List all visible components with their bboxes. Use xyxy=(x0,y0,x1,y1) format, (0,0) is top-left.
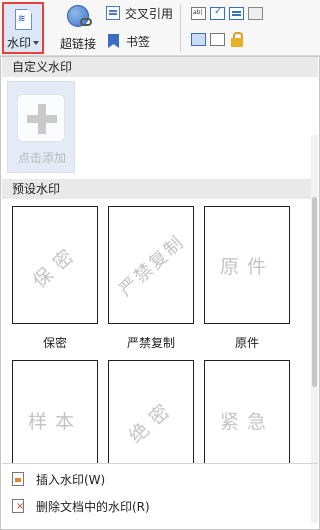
watermark-preview-text: 紧急 xyxy=(219,410,274,433)
watermark-preview-text: 样本 xyxy=(27,410,82,433)
bookmark-label: 书签 xyxy=(126,34,151,49)
watermark-doc-icon: ≋ xyxy=(15,9,32,30)
cross-reference-label: 交叉引用 xyxy=(125,6,174,21)
chevron-down-icon xyxy=(33,41,39,45)
watermark-button[interactable]: ≋ 水印 xyxy=(2,2,44,54)
watermark-button-label: 水印 xyxy=(7,36,32,50)
plus-icon xyxy=(17,94,65,142)
form-properties-icon[interactable] xyxy=(210,33,225,46)
preset-watermark-label: 原件 xyxy=(234,336,259,350)
panel-scrollbar[interactable] xyxy=(311,135,318,523)
lock-icon[interactable] xyxy=(231,32,243,48)
insert-watermark-icon xyxy=(12,472,24,486)
scrollbar-thumb[interactable] xyxy=(312,197,317,387)
add-custom-watermark-label: 点击添加 xyxy=(17,151,66,165)
delete-watermark-menu-item[interactable]: 删除文档中的水印(R) xyxy=(2,493,318,519)
bookmark-icon xyxy=(108,34,119,48)
hyperlink-button-label: 超链接 xyxy=(60,37,97,51)
link-chain-icon xyxy=(80,18,92,26)
delete-watermark-icon xyxy=(12,499,24,513)
insert-watermark-label: 插入水印(W) xyxy=(36,472,106,487)
watermark-preview-text: 保密 xyxy=(28,239,84,293)
watermark-preview-text: 绝密 xyxy=(124,394,180,448)
preset-watermark-card[interactable]: 原件 xyxy=(204,206,290,324)
watermark-dropdown-panel: 自定义水印 点击添加 预设水印 保密 保密 严禁复制 严禁复制 原件 原件 样本… xyxy=(0,56,320,530)
insert-watermark-menu-item[interactable]: 插入水印(W) xyxy=(2,466,318,492)
bookmark-button[interactable]: 书签 xyxy=(106,31,150,51)
checkbox-field-icon[interactable] xyxy=(210,6,225,20)
preset-watermark-card[interactable]: 紧急 xyxy=(204,360,290,464)
preset-watermark-header: 预设水印 xyxy=(2,179,318,199)
cross-reference-icon xyxy=(106,6,120,20)
text-field-icon[interactable] xyxy=(191,7,206,20)
dropdown-field-icon[interactable] xyxy=(229,7,244,20)
preset-watermark-label: 严禁复制 xyxy=(126,336,175,350)
ribbon-separator xyxy=(180,4,181,52)
form-table-icon[interactable] xyxy=(248,7,263,20)
field-shading-icon[interactable] xyxy=(191,33,206,46)
watermark-preview-text: 严禁复制 xyxy=(115,231,189,301)
custom-watermark-header: 自定义水印 xyxy=(2,57,318,77)
watermark-preview-text: 原件 xyxy=(219,255,274,278)
preset-watermark-card[interactable]: 样本 xyxy=(12,360,98,464)
ribbon-toolbar: ≋ 水印 超链接 交叉引用 书签 xyxy=(0,0,320,56)
preset-watermark-label: 保密 xyxy=(42,336,67,350)
add-custom-watermark-button[interactable]: 点击添加 xyxy=(7,81,75,173)
preset-watermark-card[interactable]: 保密 xyxy=(12,206,98,324)
cross-reference-button[interactable]: 交叉引用 xyxy=(106,3,173,23)
delete-watermark-label: 删除文档中的水印(R) xyxy=(36,499,150,514)
preset-watermark-card[interactable]: 绝密 xyxy=(108,360,194,464)
menu-divider xyxy=(2,463,318,464)
preset-watermark-card[interactable]: 严禁复制 xyxy=(108,206,194,324)
hyperlink-button[interactable]: 超链接 xyxy=(58,4,100,52)
